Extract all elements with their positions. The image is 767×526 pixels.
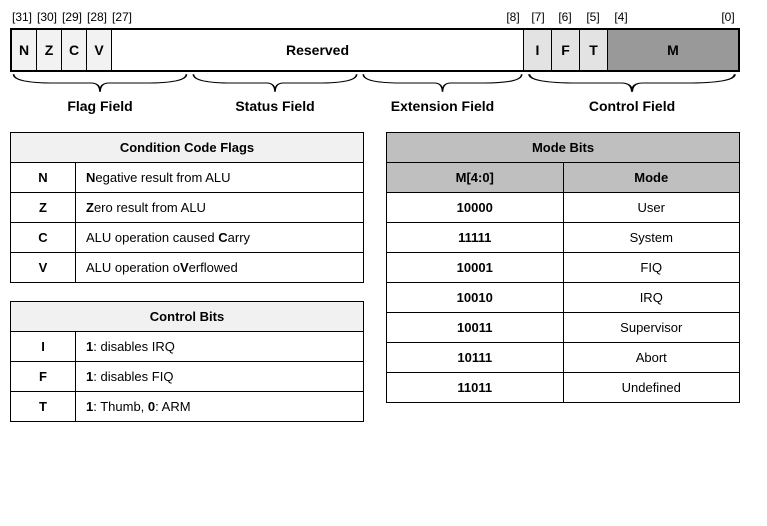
table-title: Mode Bits <box>387 133 740 163</box>
table-row: 10011Supervisor <box>387 313 740 343</box>
table-row: 10010IRQ <box>387 283 740 313</box>
mode-bits: 10000 <box>387 193 564 223</box>
table-row: I1: disables IRQ <box>11 332 364 362</box>
table-row: F1: disables FIQ <box>11 362 364 392</box>
mode-bits: 11111 <box>387 223 564 253</box>
bit-label: [8] <box>506 10 519 24</box>
brace-control: Control Field <box>525 72 739 114</box>
table-row: CALU operation caused Carry <box>11 223 364 253</box>
flag-key: Z <box>11 193 76 223</box>
ctrl-desc: 1: disables IRQ <box>76 332 364 362</box>
bit-label: [4] <box>614 10 627 24</box>
register-box: N Z C V Reserved I F T M <box>10 28 740 72</box>
mode-name: Undefined <box>563 373 740 403</box>
mode-bits: 10001 <box>387 253 564 283</box>
mode-name: FIQ <box>563 253 740 283</box>
reg-cell-i: I <box>524 30 552 70</box>
reg-cell-f: F <box>552 30 580 70</box>
register-diagram: [31] [30] [29] [28] [27] [8] [7] [6] [5]… <box>10 10 740 120</box>
bit-label: [27] <box>112 10 132 24</box>
field-braces: Flag Field Status Field Extension Field … <box>10 72 740 120</box>
brace-label: Flag Field <box>10 98 190 114</box>
mode-col-header: Mode <box>563 163 740 193</box>
ctrl-key: I <box>11 332 76 362</box>
bit-label: [0] <box>721 10 734 24</box>
reg-cell-c: C <box>62 30 87 70</box>
flag-desc: ALU operation caused Carry <box>76 223 364 253</box>
table-row: 10111Abort <box>387 343 740 373</box>
table-row: ZZero result from ALU <box>11 193 364 223</box>
mode-name: Abort <box>563 343 740 373</box>
brace-flag: Flag Field <box>10 72 190 114</box>
mode-name: System <box>563 223 740 253</box>
mode-bits: 10010 <box>387 283 564 313</box>
mode-bits-table: Mode Bits M[4:0] Mode 10000User11111Syst… <box>386 132 740 403</box>
mode-name: Supervisor <box>563 313 740 343</box>
table-row: 11111System <box>387 223 740 253</box>
bit-index-row: [31] [30] [29] [28] [27] [8] [7] [6] [5]… <box>10 10 740 28</box>
mode-name: User <box>563 193 740 223</box>
bit-label: [30] <box>37 10 57 24</box>
brace-label: Extension Field <box>360 98 525 114</box>
table-row: NNegative result from ALU <box>11 163 364 193</box>
brace-status: Status Field <box>190 72 360 114</box>
flag-key: C <box>11 223 76 253</box>
table-title: Control Bits <box>11 302 364 332</box>
ctrl-desc: 1: Thumb, 0: ARM <box>76 392 364 422</box>
ctrl-key: F <box>11 362 76 392</box>
table-row: 10000User <box>387 193 740 223</box>
flag-desc: ALU operation oVerflowed <box>76 253 364 283</box>
bit-label: [31] <box>12 10 32 24</box>
flag-desc: Negative result from ALU <box>76 163 364 193</box>
flag-key: V <box>11 253 76 283</box>
mode-col-header: M[4:0] <box>387 163 564 193</box>
flag-desc: Zero result from ALU <box>76 193 364 223</box>
brace-label: Status Field <box>190 98 360 114</box>
mode-name: IRQ <box>563 283 740 313</box>
table-row: 11011Undefined <box>387 373 740 403</box>
bit-label: [29] <box>62 10 82 24</box>
reg-cell-reserved: Reserved <box>112 30 524 70</box>
bit-label: [28] <box>87 10 107 24</box>
brace-label: Control Field <box>525 98 739 114</box>
table-row: T1: Thumb, 0: ARM <box>11 392 364 422</box>
reg-cell-m: M <box>608 30 738 70</box>
table-row: 10001FIQ <box>387 253 740 283</box>
reg-cell-t: T <box>580 30 608 70</box>
mode-bits: 10011 <box>387 313 564 343</box>
brace-extension: Extension Field <box>360 72 525 114</box>
condition-code-flags-table: Condition Code Flags NNegative result fr… <box>10 132 364 283</box>
reg-cell-z: Z <box>37 30 62 70</box>
table-row: VALU operation oVerflowed <box>11 253 364 283</box>
reg-cell-n: N <box>12 30 37 70</box>
bit-label: [6] <box>558 10 571 24</box>
bit-label: [5] <box>586 10 599 24</box>
control-bits-table: Control Bits I1: disables IRQF1: disable… <box>10 301 364 422</box>
mode-bits: 11011 <box>387 373 564 403</box>
ctrl-key: T <box>11 392 76 422</box>
mode-bits: 10111 <box>387 343 564 373</box>
reg-cell-v: V <box>87 30 112 70</box>
table-title: Condition Code Flags <box>11 133 364 163</box>
bit-label: [7] <box>531 10 544 24</box>
flag-key: N <box>11 163 76 193</box>
ctrl-desc: 1: disables FIQ <box>76 362 364 392</box>
